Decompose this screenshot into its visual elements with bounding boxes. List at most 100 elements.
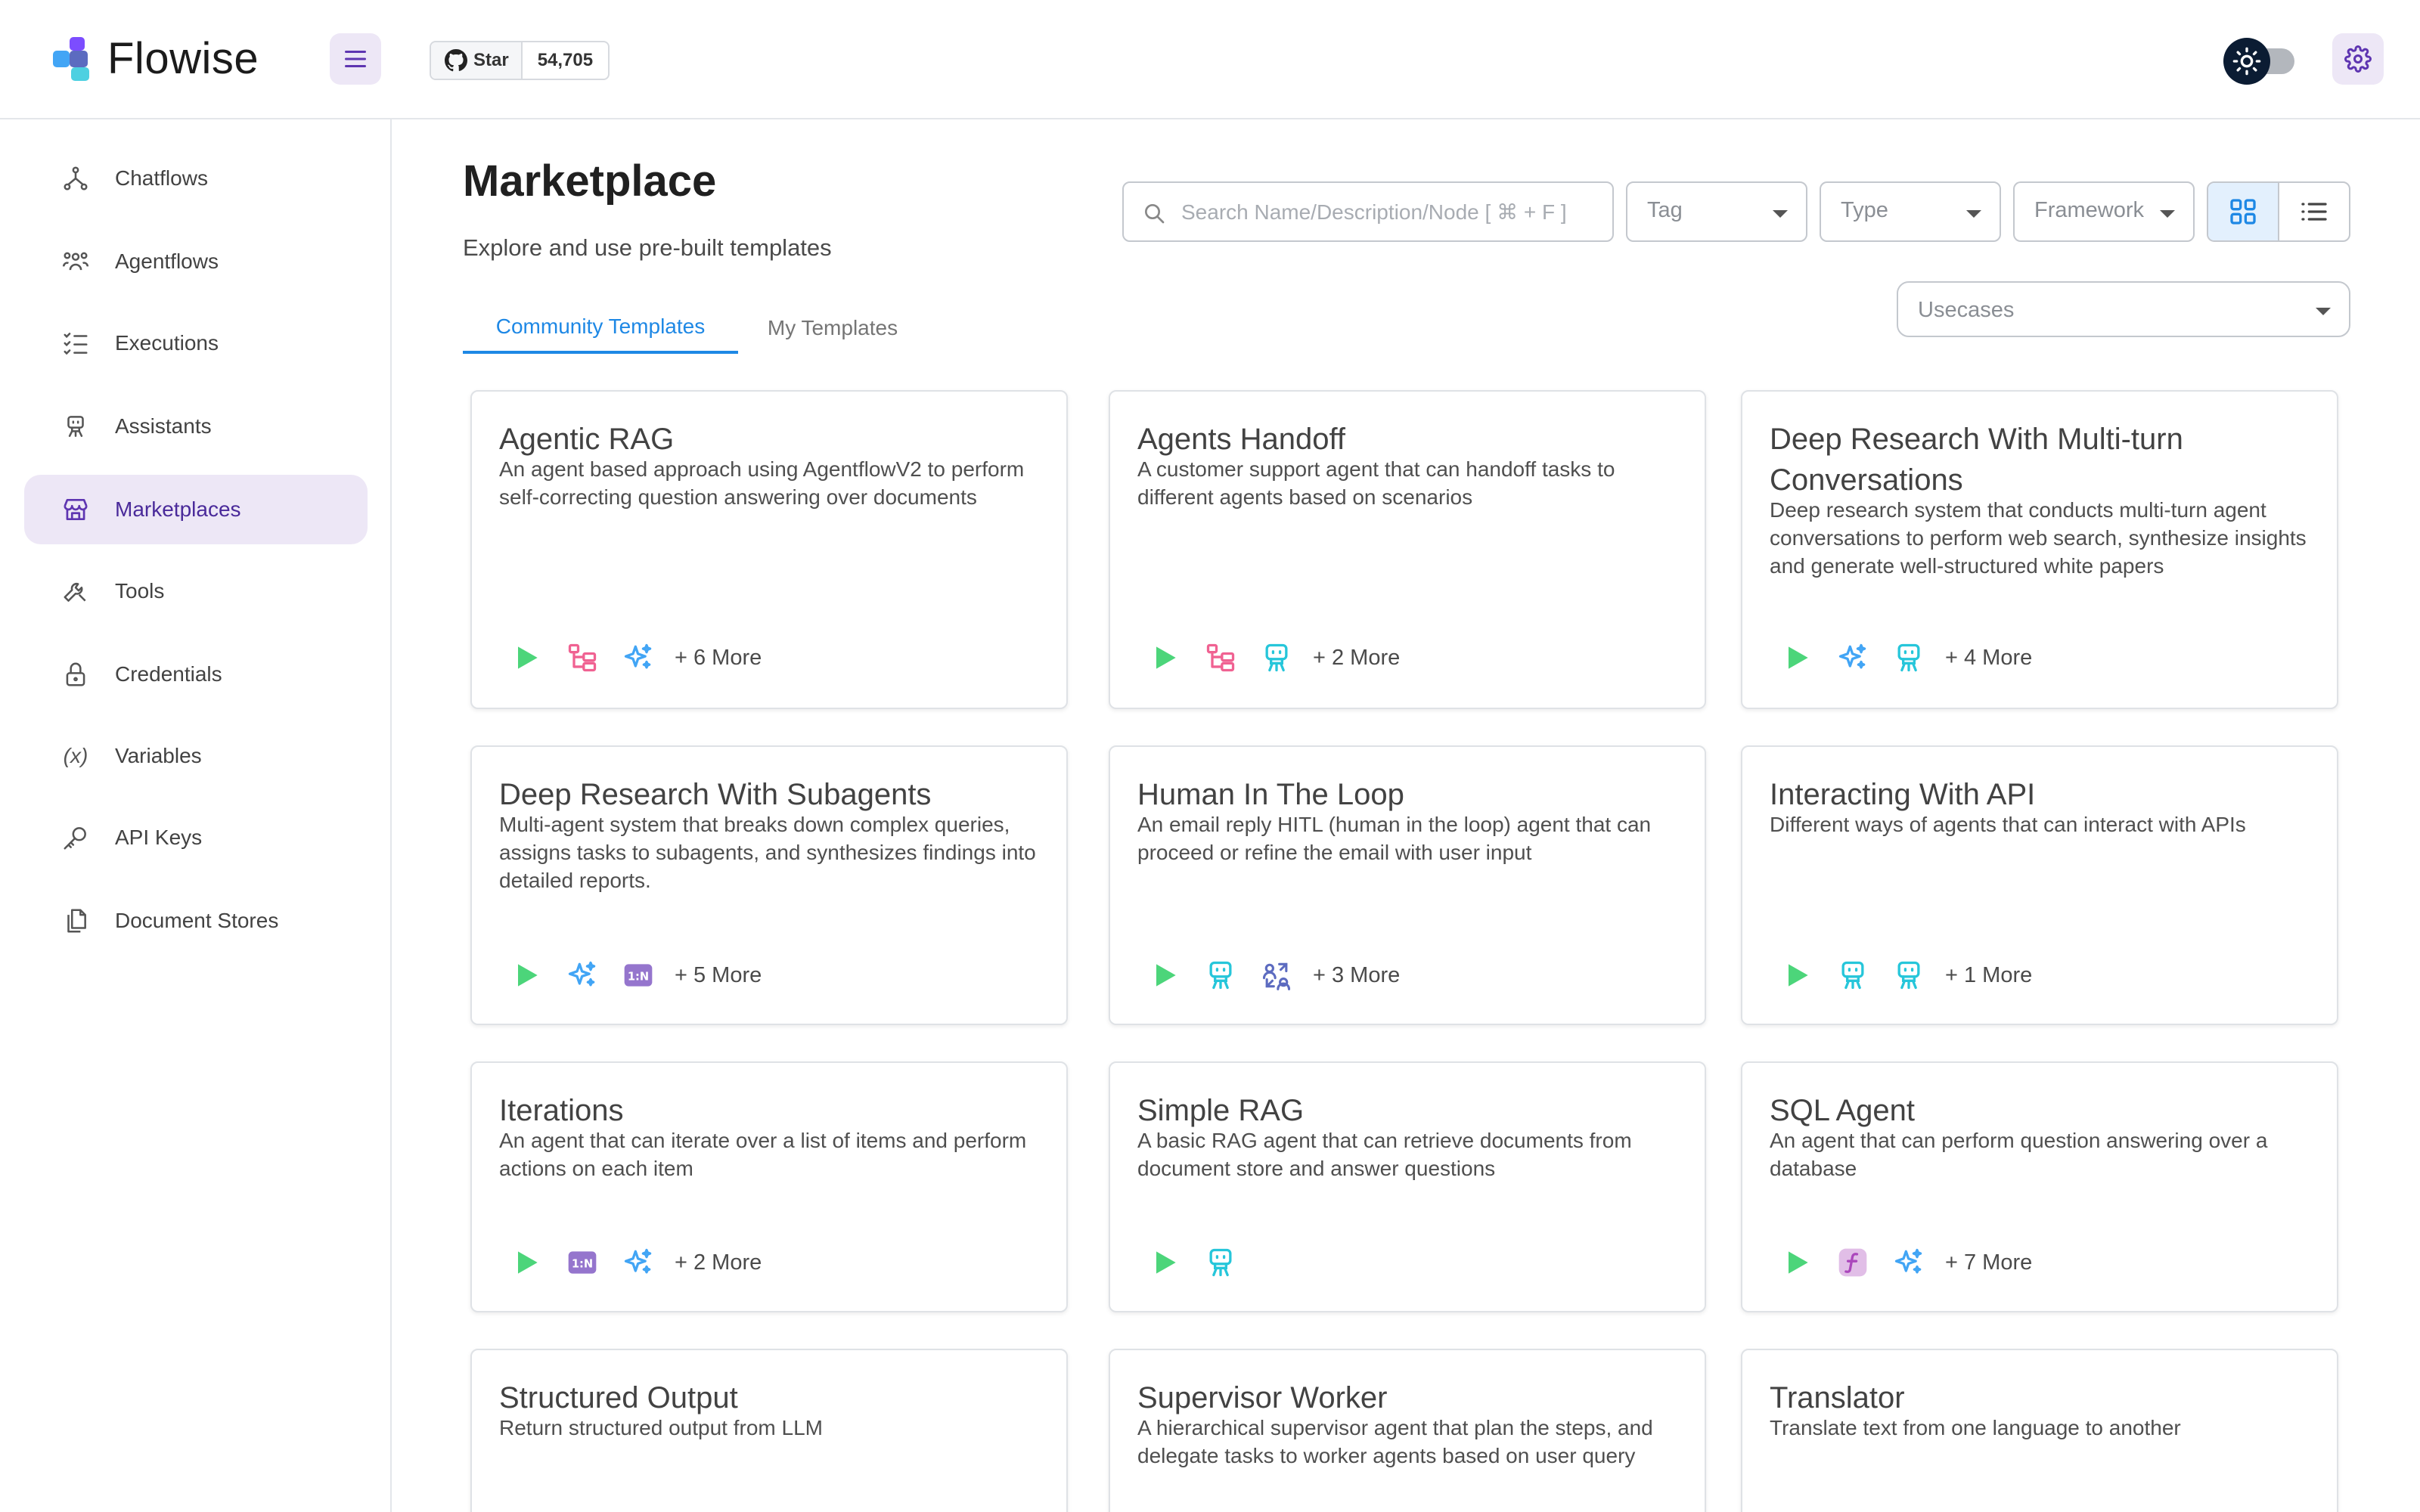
dark-mode-toggle[interactable] [2223,38,2299,85]
template-card-nodes: + 1 More [1777,956,2032,995]
template-card[interactable]: Agentic RAG An agent based approach using… [470,390,1068,709]
sidebar-item-label: Chatflows [115,166,208,190]
tag-select-label: Tag [1647,198,1683,222]
more-nodes-count: + 5 More [675,962,762,987]
settings-button[interactable] [2332,33,2384,85]
template-card[interactable]: Iterations An agent that can iterate over… [470,1061,1068,1312]
sidebar-item-chatflows[interactable]: Chatflows [24,144,368,213]
template-card-nodes [1145,1243,1257,1282]
github-star-button[interactable]: Star 54,705 [430,41,610,80]
sidebar-item-executions[interactable]: Executions [24,308,368,378]
template-card-description: Return structured output from LLM [499,1416,823,1439]
sparkle-icon [563,956,602,995]
template-card[interactable]: Human In The Loop An email reply HITL (hu… [1109,745,1706,1025]
template-card[interactable]: Interacting With API Different ways of ag… [1741,745,2338,1025]
sidebar-item-label: API Keys [115,826,203,849]
sparkle-icon [619,638,658,677]
play-icon [507,638,546,677]
play-icon [1777,1243,1817,1282]
template-card[interactable]: Deep Research With Multi-turn Conversati… [1741,390,2338,709]
files-icon [60,906,91,936]
caret-down-icon [1773,210,1788,218]
flowise-logo-icon [53,36,97,82]
hamburger-icon [345,51,366,67]
sparkle-icon [619,1243,658,1282]
sidebar-item-agentflows[interactable]: Agentflows [24,227,368,296]
template-card-description: An agent based approach using AgentflowV… [499,457,1025,509]
app-logo[interactable]: Flowise [53,33,259,84]
framework-select-label: Framework [2034,198,2145,222]
robot-icon [1889,956,1928,995]
more-nodes-count: + 2 More [675,1250,762,1275]
agentflows-icon [60,246,91,277]
search-placeholder: Search Name/Description/Node [ ⌘ + F ] [1181,200,1567,224]
template-card[interactable]: Agents Handoff A customer support agent t… [1109,390,1706,709]
sidebar: Chatflows Agentflows Executions Assistan… [0,119,392,1512]
template-card-nodes: + 2 More [1145,638,1400,677]
template-card-title: Deep Research With Subagents [499,778,932,811]
tag-select[interactable]: Tag [1626,181,1807,242]
more-nodes-count: + 3 More [1313,962,1401,987]
more-nodes-count: + 7 More [1945,1250,2033,1275]
framework-select[interactable]: Framework [2013,181,2195,242]
sidebar-item-label: Credentials [115,662,222,686]
more-nodes-count: + 4 More [1945,645,2033,670]
template-card-nodes: 1:N + 2 More [507,1243,762,1282]
template-card-title: Agents Handoff [1137,423,1346,456]
sidebar-item-label: Document Stores [115,909,279,932]
sidebar-item-document-stores[interactable]: Document Stores [24,886,368,956]
play-icon [1145,1243,1184,1282]
usecases-select[interactable]: Usecases [1897,281,2350,337]
sidebar-item-label: Tools [115,579,165,603]
assistants-icon [60,411,91,442]
type-select[interactable]: Type [1820,181,2001,242]
template-card[interactable]: SQL Agent An agent that can perform quest… [1741,1061,2338,1312]
caret-down-icon [2160,210,2175,218]
list-icon [2301,203,2327,221]
tools-icon [60,576,91,606]
search-input[interactable]: Search Name/Description/Node [ ⌘ + F ] [1122,181,1614,242]
sidebar-item-tools[interactable]: Tools [24,556,368,626]
template-card[interactable]: Translator Translate text from one langua… [1741,1349,2338,1512]
sidebar-item-credentials[interactable]: Credentials [24,640,368,709]
template-card-nodes: + 4 More [1777,638,2032,677]
play-icon [507,956,546,995]
sidebar-item-variables[interactable]: (x) Variables [24,721,368,791]
sidebar-item-marketplaces[interactable]: Marketplaces [24,475,368,544]
robot-icon [1889,638,1928,677]
sidebar-item-api-keys[interactable]: API Keys [24,803,368,872]
sidebar-item-label: Assistants [115,414,212,438]
template-card[interactable]: Deep Research With Subagents Multi-agent … [470,745,1068,1025]
view-toggle [2207,181,2350,242]
template-card-description: A customer support agent that can handof… [1137,457,1615,509]
grid-view-button[interactable] [2208,183,2279,240]
template-card[interactable]: Structured Output Return structured outpu… [470,1349,1068,1512]
template-card-title: Iterations [499,1094,624,1127]
iteration-icon: 1:N [563,1243,602,1282]
template-card-title: Simple RAG [1137,1094,1305,1127]
sidebar-item-assistants[interactable]: Assistants [24,392,368,461]
robot-icon [1201,1243,1240,1282]
list-view-button[interactable] [2279,183,2349,240]
play-icon [507,1243,546,1282]
sparkle-icon [1833,638,1872,677]
condition-icon [1201,638,1240,677]
grid-icon [2230,199,2256,225]
template-card-description: Translate text from one language to anot… [1770,1416,2181,1439]
tab-my-templates[interactable]: My Templates [738,302,927,354]
template-card-title: Supervisor Worker [1137,1381,1388,1414]
template-card-nodes: + 6 More [507,638,762,677]
condition-icon [563,638,602,677]
more-nodes-count: + 1 More [1945,962,2033,987]
robot-icon [1833,956,1872,995]
menu-toggle-button[interactable] [330,33,381,85]
play-icon [1145,956,1184,995]
executions-icon [60,328,91,358]
chatflows-icon [60,163,91,194]
template-card[interactable]: Supervisor Worker A hierarchical supervis… [1109,1349,1706,1512]
tab-community-templates[interactable]: Community Templates [463,302,738,354]
template-card-nodes: + 3 More [1145,956,1400,995]
template-card[interactable]: Simple RAG A basic RAG agent that can ret… [1109,1061,1706,1312]
template-card-title: Deep Research With Multi-turn Conversati… [1770,423,2183,497]
play-icon [1777,638,1817,677]
